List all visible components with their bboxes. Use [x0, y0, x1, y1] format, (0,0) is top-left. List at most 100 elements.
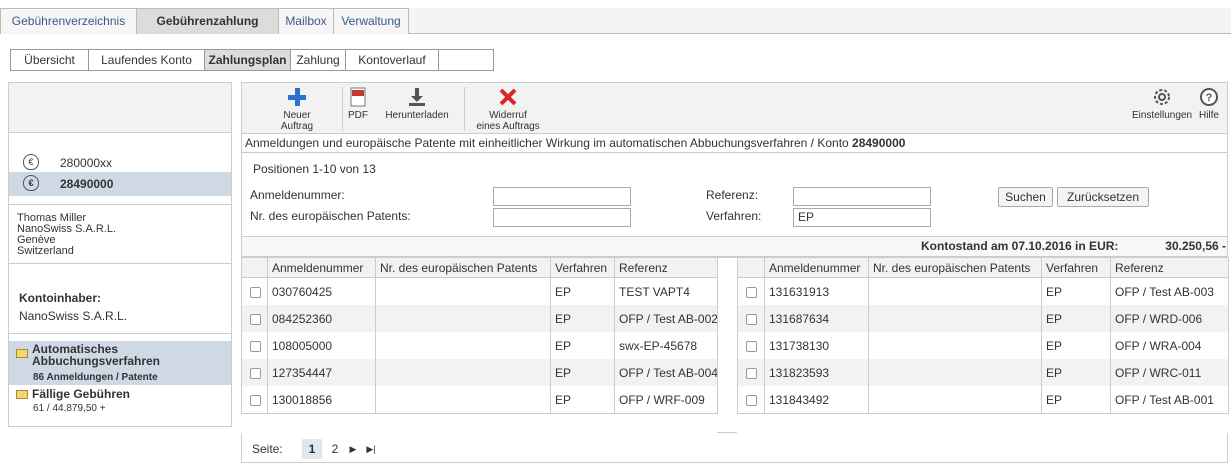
row-checkbox[interactable]	[250, 340, 261, 352]
settings-label: Einstellungen	[1131, 110, 1193, 121]
row-checkbox[interactable]	[746, 367, 757, 379]
panel-title: Anmeldungen und europäische Patente mit …	[241, 134, 1228, 153]
cell-app-number: 108005000	[267, 332, 376, 359]
plus-icon	[288, 88, 306, 106]
revoke-order-button[interactable]: Widerruf eines Auftrags	[468, 87, 548, 132]
column-header-app-number[interactable]: Anmeldenummer	[267, 257, 376, 278]
reset-button[interactable]: Zurücksetzen	[1057, 187, 1149, 207]
divider	[9, 333, 231, 334]
tab-gebuehrenzahlung[interactable]: Gebührenzahlung	[137, 8, 279, 34]
column-header-procedure[interactable]: Verfahren	[1041, 257, 1111, 278]
cell-reference: OFP / WRF-009	[614, 386, 718, 414]
table-row: 130018856 EP OFP / WRF-009	[241, 386, 718, 414]
row-checkbox[interactable]	[250, 367, 261, 379]
table-row: 131631913 EP OFP / Test AB-003	[737, 277, 1229, 305]
balance-value: 30.250,56 -	[1165, 239, 1226, 253]
cell-app-number: 131738130	[764, 332, 869, 359]
cell-app-number: 130018856	[267, 386, 376, 414]
filter-form: Positionen 1-10 von 13 Anmeldenummer: Nr…	[241, 153, 1228, 237]
cell-procedure: EP	[550, 332, 615, 359]
subtab-zahlungsplan[interactable]: Zahlungsplan	[205, 49, 291, 71]
main-panel: Neuer Auftrag PDF Herunterladen Widerruf…	[241, 82, 1229, 463]
page-link[interactable]: 2	[328, 439, 342, 459]
download-button[interactable]: Herunterladen	[382, 87, 452, 121]
toolbar-separator	[342, 87, 343, 131]
patent-number-label: Nr. des europäischen Patents:	[250, 209, 411, 223]
new-order-button[interactable]: Neuer Auftrag	[276, 87, 318, 132]
column-header-patent-number[interactable]: Nr. des europäischen Patents	[375, 257, 551, 278]
sidebar-header	[9, 83, 231, 133]
page-label: Seite:	[252, 442, 283, 456]
cell-app-number: 131843492	[764, 386, 869, 414]
pdf-button[interactable]: PDF	[346, 87, 370, 121]
last-page-icon[interactable]: ▶|	[364, 439, 378, 459]
column-header-procedure[interactable]: Verfahren	[550, 257, 615, 278]
subtab-uebersicht[interactable]: Übersicht	[10, 49, 89, 71]
tab-mailbox[interactable]: Mailbox	[279, 8, 334, 34]
revoke-label-1: Widerruf	[489, 110, 527, 121]
table-header-row: Anmeldenummer Nr. des europäischen Paten…	[737, 257, 1229, 278]
cell-app-number: 030760425	[267, 277, 376, 305]
cell-reference: OFP / Test AB-003	[1110, 277, 1229, 305]
procedure-input[interactable]: EP	[793, 208, 931, 227]
address-line: Switzerland	[17, 245, 74, 257]
settings-button[interactable]: Einstellungen	[1130, 87, 1194, 121]
page-link-current[interactable]: 1	[302, 439, 322, 459]
row-checkbox[interactable]	[746, 340, 757, 352]
column-header-app-number[interactable]: Anmeldenummer	[764, 257, 869, 278]
cell-reference: swx-EP-45678	[614, 332, 718, 359]
revoke-label-2: eines Auftrags	[476, 121, 540, 132]
column-header-patent-number[interactable]: Nr. des europäischen Patents	[868, 257, 1042, 278]
table-row: 131823593 EP OFP / WRC-011	[737, 359, 1229, 386]
search-button[interactable]: Suchen	[998, 187, 1053, 207]
table-row: 108005000 EP swx-EP-45678	[241, 332, 718, 359]
positions-info: Positionen 1-10 von 13	[253, 162, 376, 176]
cell-reference: OFP / WRD-006	[1110, 305, 1229, 332]
pagination: Seite: 1 2 ▶ ▶|	[241, 433, 1228, 463]
toolbar: Neuer Auftrag PDF Herunterladen Widerruf…	[241, 82, 1228, 134]
next-page-icon[interactable]: ▶	[346, 439, 360, 459]
subtab-zahlung[interactable]: Zahlung	[291, 49, 346, 71]
column-header-reference[interactable]: Referenz	[614, 257, 718, 278]
table-gap	[717, 257, 737, 433]
due-fees-amount: 61 / 44.879,50 +	[33, 403, 106, 414]
row-checkbox[interactable]	[250, 313, 261, 325]
cell-reference: OFP / WRC-011	[1110, 359, 1229, 386]
tab-verwaltung[interactable]: Verwaltung	[334, 8, 409, 34]
cell-patent-number	[375, 332, 551, 359]
row-checkbox[interactable]	[250, 394, 261, 406]
table-row: 030760425 EP TEST VAPT4	[241, 277, 718, 305]
sidebar: € 280000xx € 28490000 Thomas Miller Nano…	[8, 82, 232, 427]
auto-debit-item[interactable]: Automatisches Abbuchungsverfahren 86 Anm…	[9, 341, 231, 385]
auto-debit-count: 86 Anmeldungen / Patente	[33, 372, 158, 383]
results-table-right: Anmeldenummer Nr. des europäischen Paten…	[737, 257, 1229, 414]
cell-patent-number	[868, 359, 1042, 386]
subtab-kontoverlauf[interactable]: Kontoverlauf	[346, 49, 439, 71]
cell-reference: OFP / Test AB-001	[1110, 386, 1229, 414]
red-x-icon	[499, 88, 517, 106]
cell-app-number: 131823593	[764, 359, 869, 386]
subtab-laufendes-konto[interactable]: Laufendes Konto	[89, 49, 205, 71]
help-button[interactable]: ? Hilfe	[1196, 87, 1222, 121]
column-header-reference[interactable]: Referenz	[1110, 257, 1229, 278]
auto-debit-title: Automatisches Abbuchungsverfahren	[32, 342, 161, 368]
panel-title-text: Anmeldungen und europäische Patente mit …	[245, 136, 853, 150]
cell-procedure: EP	[550, 359, 615, 386]
table-row: 084252360 EP OFP / Test AB-002	[241, 305, 718, 332]
procedure-label: Verfahren:	[706, 209, 762, 223]
reference-input[interactable]	[793, 187, 931, 206]
row-checkbox[interactable]	[746, 286, 757, 298]
tab-gebuehrenverzeichnis[interactable]: Gebührenverzeichnis	[0, 8, 137, 34]
row-checkbox[interactable]	[746, 394, 757, 406]
download-icon	[409, 88, 425, 106]
cell-app-number: 127354447	[267, 359, 376, 386]
account-item-selected[interactable]: € 28490000	[9, 172, 231, 196]
money-bag-icon: €	[23, 175, 39, 191]
app-number-input[interactable]	[493, 187, 631, 206]
toolbar-separator	[464, 87, 465, 131]
cell-patent-number	[868, 332, 1042, 359]
row-checkbox[interactable]	[746, 313, 757, 325]
patent-number-input[interactable]	[493, 208, 631, 227]
row-checkbox[interactable]	[250, 286, 261, 298]
due-fees-item[interactable]: Fällige Gebühren 61 / 44.879,50 +	[9, 385, 231, 415]
